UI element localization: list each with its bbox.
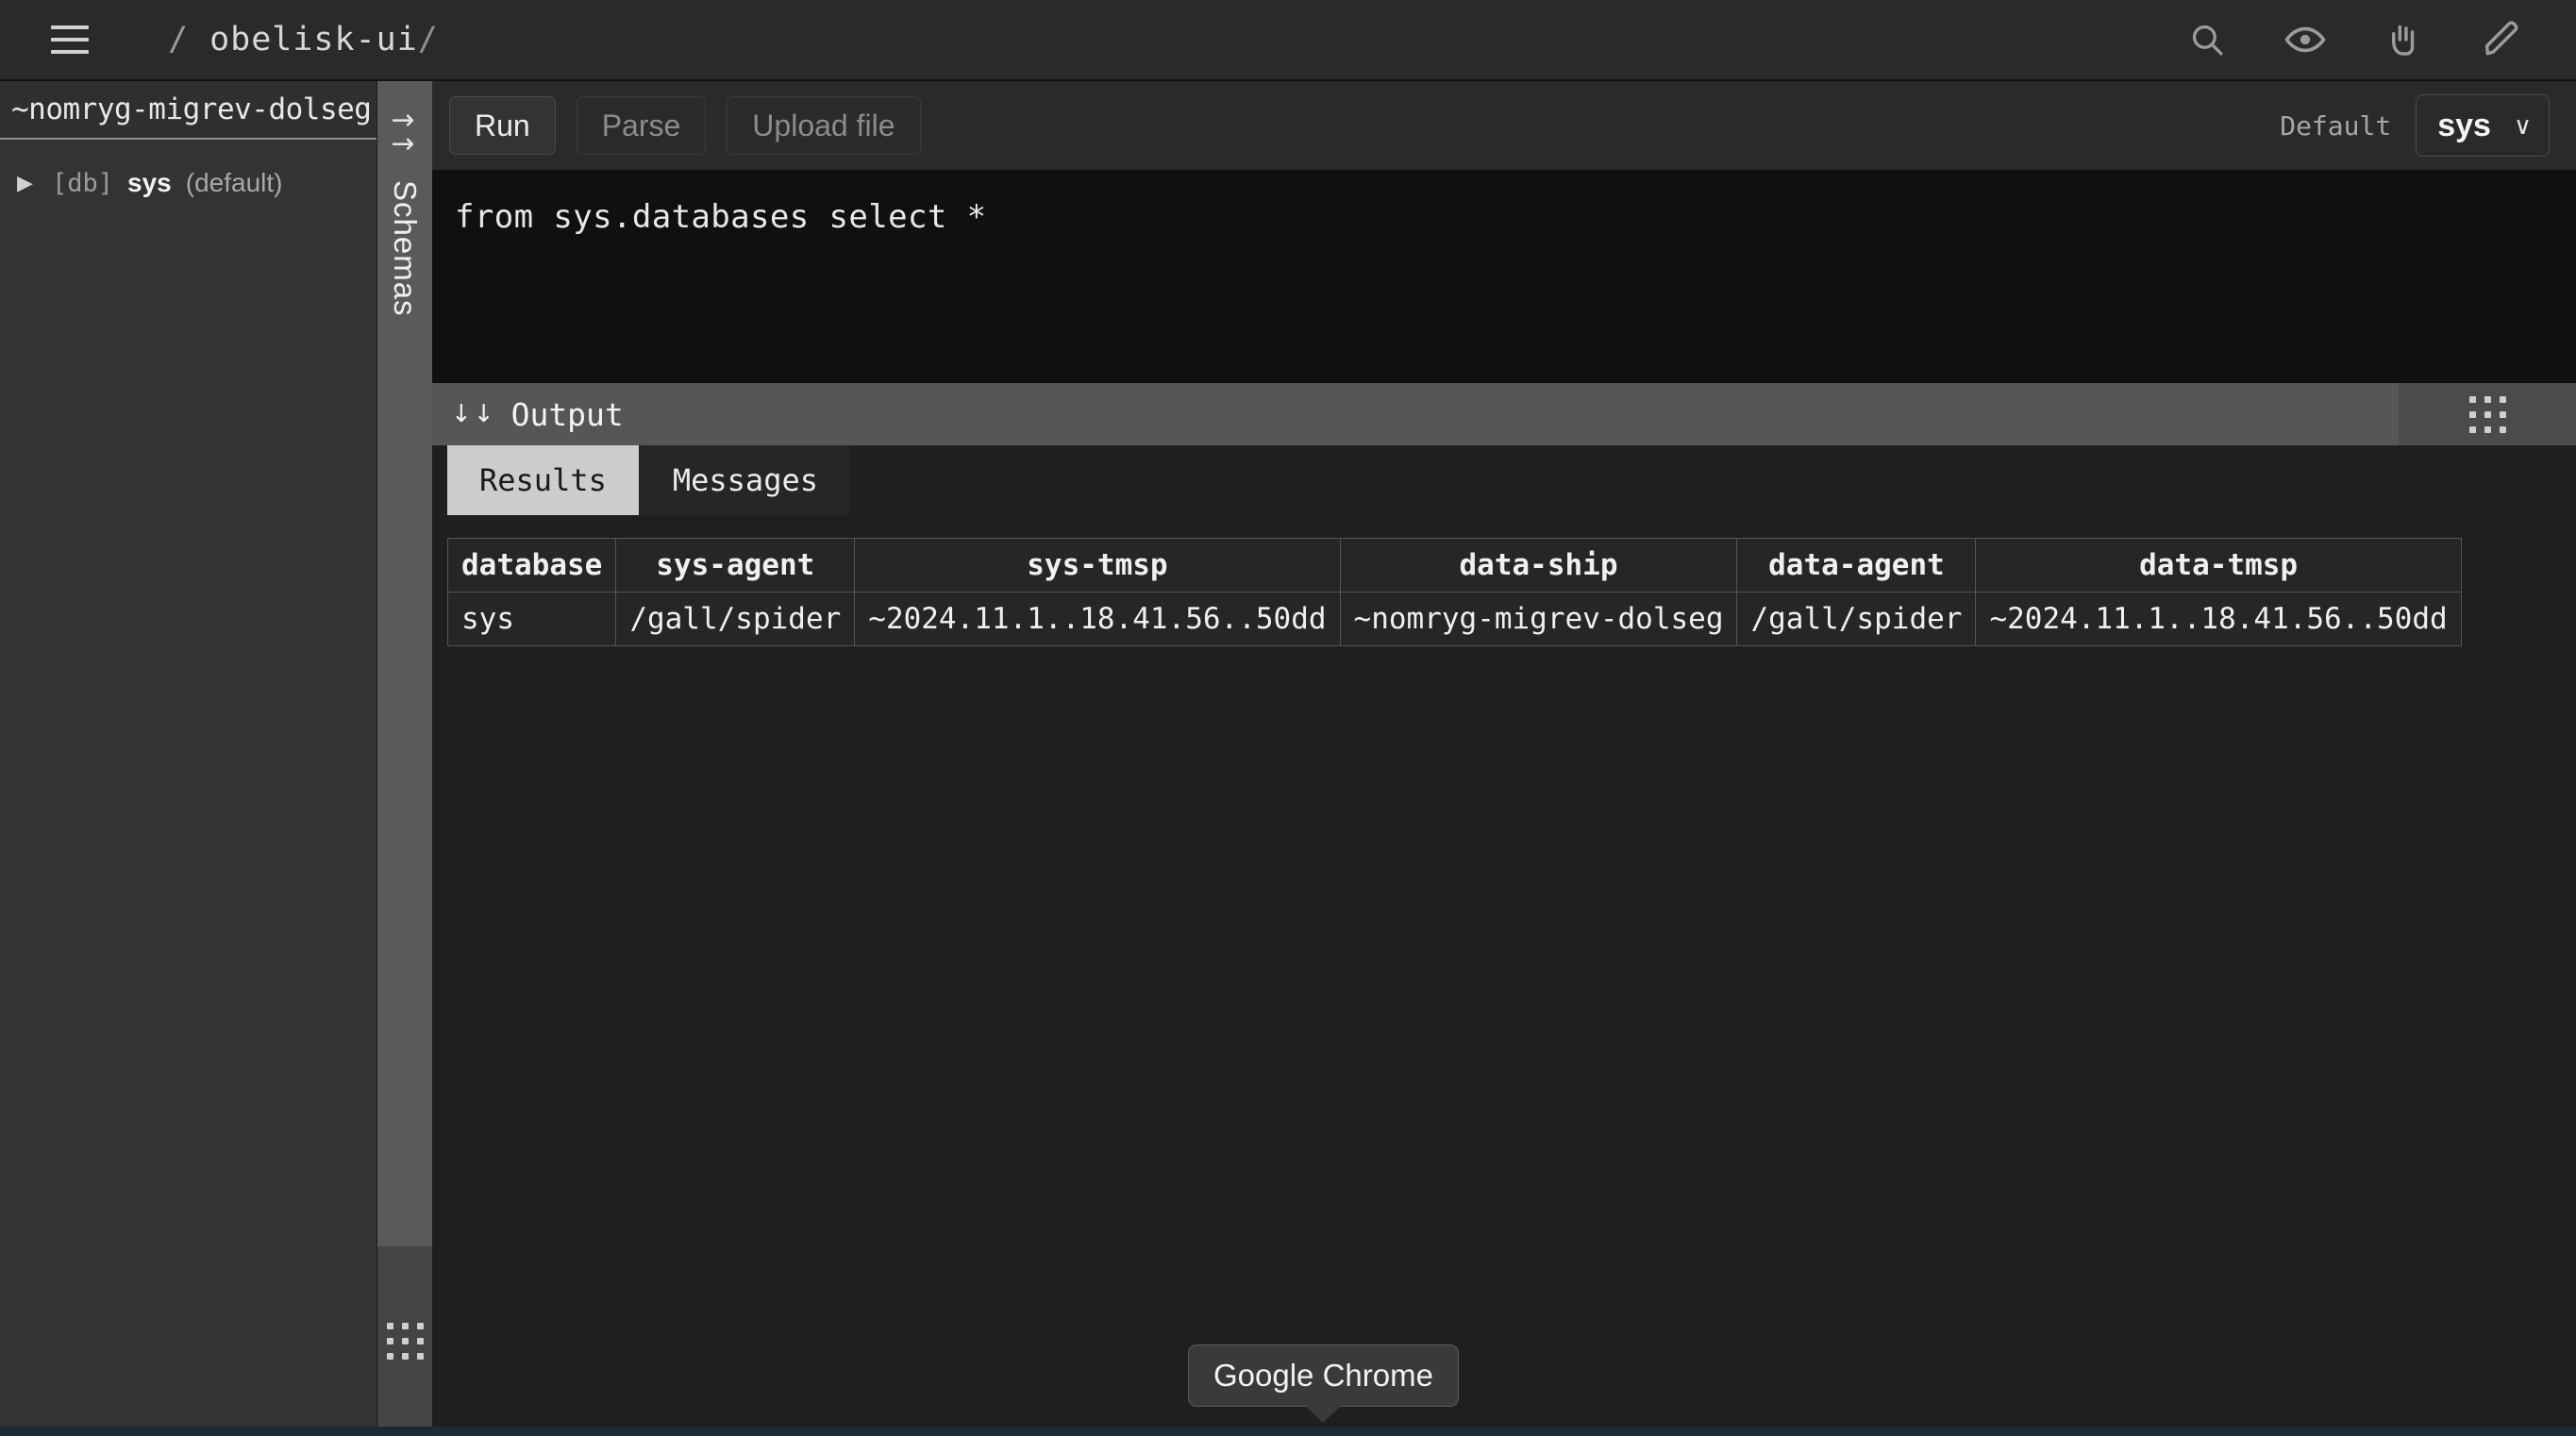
column-header[interactable]: database [448, 539, 616, 593]
sidebar-ship-name: ~nomryg-migrev-dolseg [0, 81, 376, 140]
schemas-tab-strip-top: ↓↓ Schemas [377, 81, 432, 1246]
search-icon[interactable] [2185, 18, 2229, 61]
hamburger-bar [51, 25, 89, 29]
table-cell[interactable]: ~nomryg-migrev-dolseg [1340, 593, 1737, 646]
upload-file-button[interactable]: Upload file [727, 96, 920, 155]
tab-results[interactable]: Results [447, 445, 641, 515]
query-toolbar: Run Parse Upload file Default sys ∨ [432, 81, 2576, 172]
database-select[interactable]: sys ∨ [2416, 94, 2550, 157]
tab-messages[interactable]: Messages [641, 445, 852, 515]
output-title: Output [511, 396, 624, 433]
hand-icon[interactable] [2382, 18, 2425, 61]
default-database-label: Default [2280, 110, 2391, 142]
results-table-body: sys/gall/spider~2024.11.1..18.41.56..50d… [448, 593, 2462, 646]
table-cell[interactable]: /gall/spider [616, 593, 855, 646]
tree-item-note: (default) [186, 168, 283, 198]
schemas-tab-strip: ↓↓ Schemas [377, 81, 432, 1436]
output-resize-grip-icon[interactable] [2469, 396, 2506, 433]
output-header-bar: ↓↓ Output [432, 383, 2576, 445]
sidebar-resize-handle-region [377, 1246, 432, 1436]
results-container: databasesys-agentsys-tmspdata-shipdata-a… [432, 515, 2576, 1436]
results-table-head: databasesys-agentsys-tmspdata-shipdata-a… [448, 539, 2462, 593]
tree-item-database-sys[interactable]: ▶ [db] sys (default) [0, 162, 376, 204]
table-row[interactable]: sys/gall/spider~2024.11.1..18.41.56..50d… [448, 593, 2462, 646]
table-cell[interactable]: ~2024.11.1..18.41.56..50dd [855, 593, 1340, 646]
output-tabs: Results Messages [432, 445, 2576, 515]
column-header[interactable]: sys-agent [616, 539, 855, 593]
table-cell[interactable]: sys [448, 593, 616, 646]
run-button[interactable]: Run [449, 96, 556, 155]
breadcrumb-group[interactable]: obelisk-ui/ [209, 21, 439, 58]
breadcrumb-trailing-slash: / [418, 21, 439, 58]
column-header[interactable]: data-tmsp [1976, 539, 2461, 593]
table-cell[interactable]: /gall/spider [1737, 593, 1976, 646]
breadcrumb-separator: / [168, 21, 189, 58]
breadcrumb: / obelisk-ui/ [168, 21, 439, 58]
tree-item-kind: [db] [52, 169, 113, 198]
query-editor[interactable]: from sys.databases select * [432, 172, 2576, 383]
chevron-down-icon: ∨ [2514, 111, 2532, 141]
output-resize-handle-region [2399, 383, 2576, 445]
tree-item-label: sys [127, 168, 172, 198]
chevron-right-icon[interactable]: ▶ [17, 173, 38, 193]
parse-button[interactable]: Parse [577, 96, 707, 155]
schemas-sidebar: ~nomryg-migrev-dolseg ▶ [db] sys (defaul… [0, 81, 377, 1436]
collapse-panel-icon[interactable]: ↓↓ [392, 109, 419, 156]
table-header-row: databasesys-agentsys-tmspdata-shipdata-a… [448, 539, 2462, 593]
output-toggle[interactable]: ↓↓ Output [432, 383, 2399, 445]
header-icon-group [2185, 18, 2544, 61]
results-table: databasesys-agentsys-tmspdata-shipdata-a… [447, 538, 2462, 646]
sidebar-resize-grip-icon[interactable] [387, 1323, 424, 1360]
database-select-value: sys [2437, 108, 2491, 144]
main-panel: Run Parse Upload file Default sys ∨ from… [432, 81, 2576, 1436]
column-header[interactable]: data-agent [1737, 539, 1976, 593]
breadcrumb-app-name: obelisk-ui [209, 21, 418, 58]
hamburger-bar [51, 38, 89, 42]
obelisk-ui-window: / obelisk-ui/ [0, 0, 2576, 1436]
column-header[interactable]: sys-tmsp [855, 539, 1340, 593]
eye-icon[interactable] [2283, 18, 2327, 61]
pencil-icon[interactable] [2480, 18, 2523, 61]
hamburger-menu-icon[interactable] [45, 15, 94, 64]
query-editor-text: from sys.databases select * [455, 198, 2576, 236]
collapse-output-icon: ↓↓ [451, 400, 496, 428]
schemas-tab-label[interactable]: Schemas [387, 180, 423, 317]
table-cell[interactable]: ~2024.11.1..18.41.56..50dd [1976, 593, 2461, 646]
database-tree: ▶ [db] sys (default) [0, 140, 376, 1436]
output-panel: Results Messages databasesys-agentsys-tm… [432, 445, 2576, 1436]
body-region: ~nomryg-migrev-dolseg ▶ [db] sys (defaul… [0, 81, 2576, 1436]
app-header: / obelisk-ui/ [0, 0, 2576, 81]
column-header[interactable]: data-ship [1340, 539, 1737, 593]
os-taskbar [0, 1427, 2576, 1436]
hamburger-bar [51, 50, 89, 54]
